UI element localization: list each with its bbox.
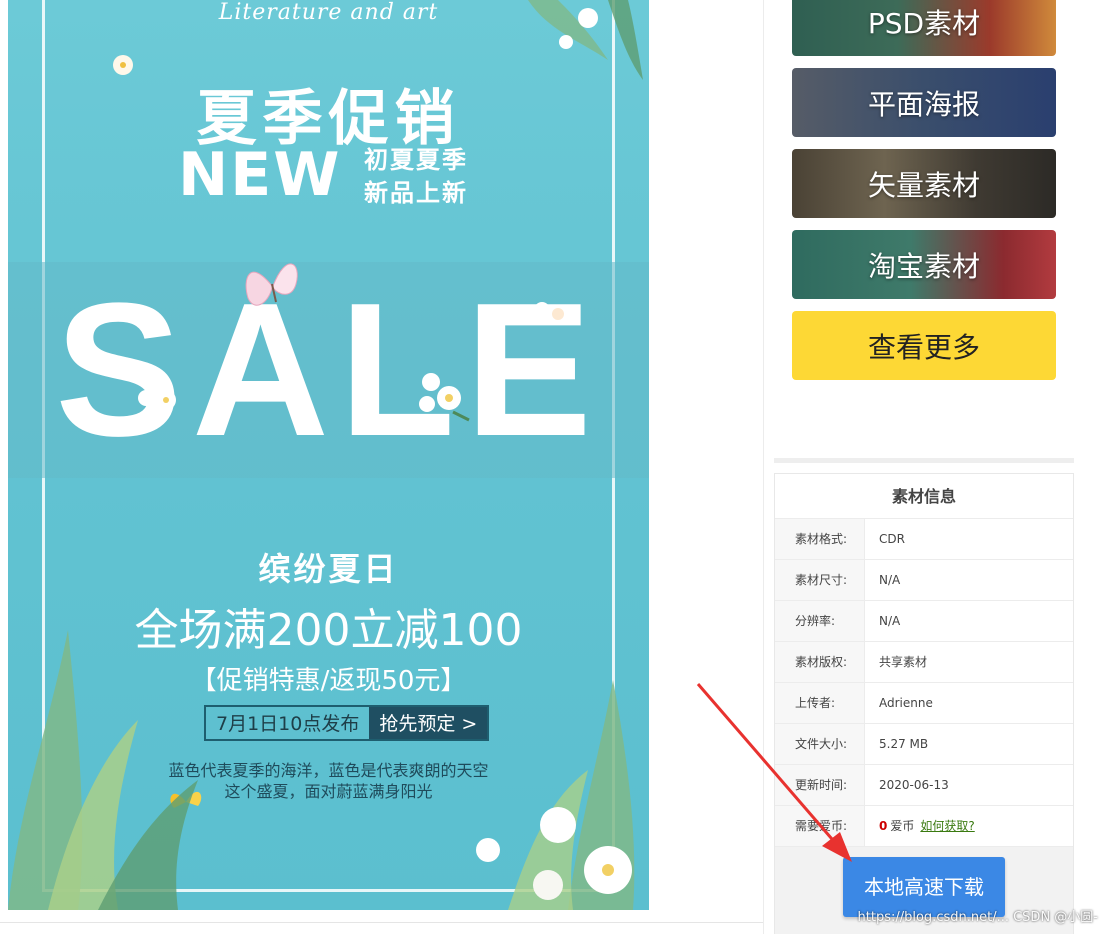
poster-new-sub-line1: 初夏夏季: [364, 146, 468, 174]
foliage-decoration-icon: [8, 630, 635, 910]
info-key: 素材版权:: [775, 642, 865, 682]
info-row-filesize: 文件大小: 5.27 MB: [775, 724, 1073, 765]
poster-theme: 缤纷夏日: [258, 550, 399, 588]
top-foliage-icon: [528, 0, 643, 80]
butterfly-icon: [245, 263, 298, 306]
flower-cluster-icon: [419, 373, 470, 422]
info-value: 2020-06-13: [879, 778, 949, 792]
coin-amount: 0: [879, 819, 888, 833]
info-value: N/A: [879, 573, 901, 587]
info-row-uploader: 上传者: Adrienne: [775, 683, 1073, 724]
category-psd-button[interactable]: PSD素材: [792, 0, 1056, 56]
material-info-panel: 素材信息 素材格式: CDR 素材尺寸: N/A 分辨率: N/A 素材版权: …: [774, 473, 1074, 934]
info-key: 分辨率:: [775, 601, 865, 641]
info-key: 文件大小:: [775, 724, 865, 764]
content-divider: [0, 922, 764, 923]
info-value: 5.27 MB: [879, 737, 929, 751]
material-info-title: 素材信息: [775, 474, 1073, 519]
flower-icon: [534, 302, 564, 320]
info-key: 更新时间:: [775, 765, 865, 805]
section-separator: [774, 458, 1074, 463]
category-vector-button[interactable]: 矢量素材: [792, 149, 1056, 218]
page: Literature and art 夏季促销 NEW 初夏夏季 新品上新 SA…: [0, 0, 1106, 934]
view-more-button[interactable]: 查看更多: [792, 311, 1056, 380]
info-value: Adrienne: [879, 696, 933, 710]
info-key: 需要爱币:: [775, 806, 865, 846]
info-key: 素材格式:: [775, 519, 865, 559]
info-row-updated: 更新时间: 2020-06-13: [775, 765, 1073, 806]
flower-icon: [113, 55, 133, 75]
poster-new-sub-line2: 新品上新: [364, 179, 468, 207]
column-divider: [763, 0, 764, 934]
poster-new-subtitle: 初夏夏季 新品上新: [364, 144, 468, 210]
flower-cluster-icon: [138, 390, 176, 410]
info-row-size: 素材尺寸: N/A: [775, 560, 1073, 601]
info-row-copyright: 素材版权: 共享素材: [775, 642, 1073, 683]
view-more-label: 查看更多: [867, 330, 980, 364]
coin-unit: 爱币: [890, 819, 915, 833]
info-value: 共享素材: [879, 655, 928, 669]
how-to-get-coins-link[interactable]: 如何获取?: [920, 819, 974, 833]
category-poster-label: 平面海报: [867, 87, 980, 121]
category-psd-label: PSD素材: [867, 6, 981, 40]
info-row-coins: 需要爱币: 0 爱币 如何获取?: [775, 806, 1073, 847]
category-taobao-button[interactable]: 淘宝素材: [792, 230, 1056, 299]
info-value: CDR: [879, 532, 905, 546]
category-taobao-label: 淘宝素材: [867, 249, 980, 283]
info-row-resolution: 分辨率: N/A: [775, 601, 1073, 642]
info-key: 素材尺寸:: [775, 560, 865, 600]
category-poster-button[interactable]: 平面海报: [792, 68, 1056, 137]
poster-preview-image: Literature and art 夏季促销 NEW 初夏夏季 新品上新 SA…: [8, 0, 649, 910]
info-row-format: 素材格式: CDR: [775, 519, 1073, 560]
info-value: 0 爱币 如何获取?: [865, 806, 1073, 846]
poster-new-label: NEW: [178, 140, 342, 210]
category-vector-label: 矢量素材: [867, 168, 980, 202]
csdn-watermark: https://blog.csdn.net/... CSDN @小圆-: [857, 910, 1098, 925]
info-key: 上传者:: [775, 683, 865, 723]
info-value: N/A: [879, 614, 901, 628]
